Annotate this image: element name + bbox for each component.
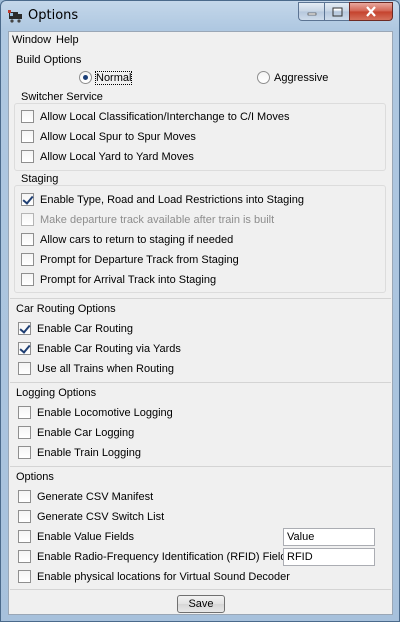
switcher-service-title: Switcher Service bbox=[21, 91, 103, 103]
section-divider bbox=[10, 298, 391, 299]
checkbox[interactable] bbox=[21, 233, 34, 246]
checkbox[interactable] bbox=[18, 570, 31, 583]
section-divider bbox=[10, 589, 391, 590]
normal-radio-button[interactable] bbox=[79, 71, 92, 84]
aggressive-radio[interactable]: Aggressive bbox=[257, 71, 328, 84]
checkbox bbox=[21, 213, 34, 226]
checkbox-label: Enable Locomotive Logging bbox=[37, 406, 173, 419]
section-divider bbox=[10, 466, 391, 467]
options-panel: Build Options Normal Aggressive Switcher… bbox=[8, 49, 393, 615]
staging-title: Staging bbox=[21, 173, 59, 185]
logging-option[interactable]: Enable Car Logging bbox=[18, 426, 134, 439]
options-option[interactable]: Enable Value Fields bbox=[18, 530, 134, 543]
maximize-button[interactable] bbox=[324, 2, 349, 21]
minimize-button[interactable] bbox=[298, 2, 324, 21]
build-options-title: Build Options bbox=[16, 54, 82, 66]
checkbox[interactable] bbox=[21, 150, 34, 163]
checkbox-label: Prompt for Departure Track from Staging bbox=[40, 253, 239, 266]
checkbox-label: Enable Radio-Frequency Identification (R… bbox=[37, 550, 292, 563]
car-routing-option[interactable]: Enable Car Routing via Yards bbox=[18, 342, 181, 355]
section-divider bbox=[10, 382, 391, 383]
checkbox-label: Prompt for Arrival Track into Staging bbox=[40, 273, 217, 286]
checkbox-label: Allow Local Yard to Yard Moves bbox=[40, 150, 194, 163]
car-routing-option[interactable]: Use all Trains when Routing bbox=[18, 362, 174, 375]
caption-buttons bbox=[298, 2, 393, 21]
staging-option-disabled: Make departure track available after tra… bbox=[21, 213, 274, 226]
staging-option[interactable]: Enable Type, Road and Load Restrictions … bbox=[21, 193, 304, 206]
staging-option[interactable]: Prompt for Arrival Track into Staging bbox=[21, 273, 216, 286]
checkbox-label: Allow cars to return to staging if neede… bbox=[40, 233, 234, 246]
maximize-icon bbox=[332, 7, 342, 16]
checkbox-checked[interactable] bbox=[18, 342, 31, 355]
checkbox-label: Generate CSV Switch List bbox=[37, 510, 165, 523]
switcher-option[interactable]: Allow Local Classification/Interchange t… bbox=[21, 110, 289, 123]
checkbox-label: Enable Car Routing bbox=[37, 322, 134, 335]
checkbox-label: Enable Value Fields bbox=[37, 530, 135, 543]
minimize-icon bbox=[307, 12, 316, 15]
title-bar[interactable]: Options bbox=[1, 1, 399, 31]
checkbox[interactable] bbox=[18, 406, 31, 419]
value-field-input[interactable] bbox=[283, 528, 375, 546]
checkbox-label: Make departure track available after tra… bbox=[40, 213, 275, 226]
checkbox-checked[interactable] bbox=[18, 322, 31, 335]
options-title: Options bbox=[16, 471, 54, 483]
car-routing-option[interactable]: Enable Car Routing bbox=[18, 322, 133, 335]
menu-help[interactable]: Help bbox=[56, 34, 79, 46]
switcher-option[interactable]: Allow Local Spur to Spur Moves bbox=[21, 130, 196, 143]
window-title: Options bbox=[28, 8, 79, 23]
menu-bar: Window Help bbox=[8, 31, 393, 49]
options-window: Options Window Help Build Options Normal… bbox=[0, 0, 400, 622]
logging-option[interactable]: Enable Locomotive Logging bbox=[18, 406, 173, 419]
rfid-field-input[interactable] bbox=[283, 548, 375, 566]
staging-option[interactable]: Allow cars to return to staging if neede… bbox=[21, 233, 233, 246]
options-option[interactable]: Generate CSV Switch List bbox=[18, 510, 164, 523]
checkbox-label: Enable physical locations for Virtual So… bbox=[37, 570, 290, 583]
checkbox[interactable] bbox=[18, 550, 31, 563]
logging-option[interactable]: Enable Train Logging bbox=[18, 446, 141, 459]
checkbox-label: Generate CSV Manifest bbox=[37, 490, 154, 503]
aggressive-radio-label: Aggressive bbox=[274, 71, 329, 84]
train-icon bbox=[8, 10, 22, 23]
close-icon bbox=[366, 6, 376, 17]
checkbox-label: Enable Car Logging bbox=[37, 426, 135, 439]
close-button[interactable] bbox=[349, 2, 393, 21]
checkbox[interactable] bbox=[18, 362, 31, 375]
checkbox-label: Allow Local Classification/Interchange t… bbox=[40, 110, 290, 123]
checkbox-checked[interactable] bbox=[21, 193, 34, 206]
checkbox[interactable] bbox=[18, 530, 31, 543]
checkbox-label: Use all Trains when Routing bbox=[37, 362, 174, 375]
checkbox-label: Allow Local Spur to Spur Moves bbox=[40, 130, 196, 143]
checkbox-label: Enable Type, Road and Load Restrictions … bbox=[40, 193, 304, 206]
save-button[interactable]: Save bbox=[177, 595, 225, 613]
menu-window[interactable]: Window bbox=[12, 34, 51, 46]
staging-option[interactable]: Prompt for Departure Track from Staging bbox=[21, 253, 239, 266]
checkbox[interactable] bbox=[21, 273, 34, 286]
normal-radio-label: Normal bbox=[94, 70, 133, 85]
options-option[interactable]: Enable Radio-Frequency Identification (R… bbox=[18, 550, 292, 563]
switcher-option[interactable]: Allow Local Yard to Yard Moves bbox=[21, 150, 194, 163]
car-routing-title: Car Routing Options bbox=[16, 303, 116, 315]
normal-radio[interactable]: Normal bbox=[79, 70, 133, 85]
checkbox[interactable] bbox=[21, 110, 34, 123]
logging-title: Logging Options bbox=[16, 387, 97, 399]
checkbox[interactable] bbox=[21, 130, 34, 143]
checkbox[interactable] bbox=[18, 510, 31, 523]
checkbox[interactable] bbox=[18, 446, 31, 459]
checkbox[interactable] bbox=[18, 426, 31, 439]
options-option[interactable]: Generate CSV Manifest bbox=[18, 490, 153, 503]
checkbox-label: Enable Train Logging bbox=[37, 446, 141, 459]
options-option[interactable]: Enable physical locations for Virtual So… bbox=[18, 570, 290, 583]
checkbox[interactable] bbox=[21, 253, 34, 266]
checkbox[interactable] bbox=[18, 490, 31, 503]
checkbox-label: Enable Car Routing via Yards bbox=[37, 342, 181, 355]
aggressive-radio-button[interactable] bbox=[257, 71, 270, 84]
